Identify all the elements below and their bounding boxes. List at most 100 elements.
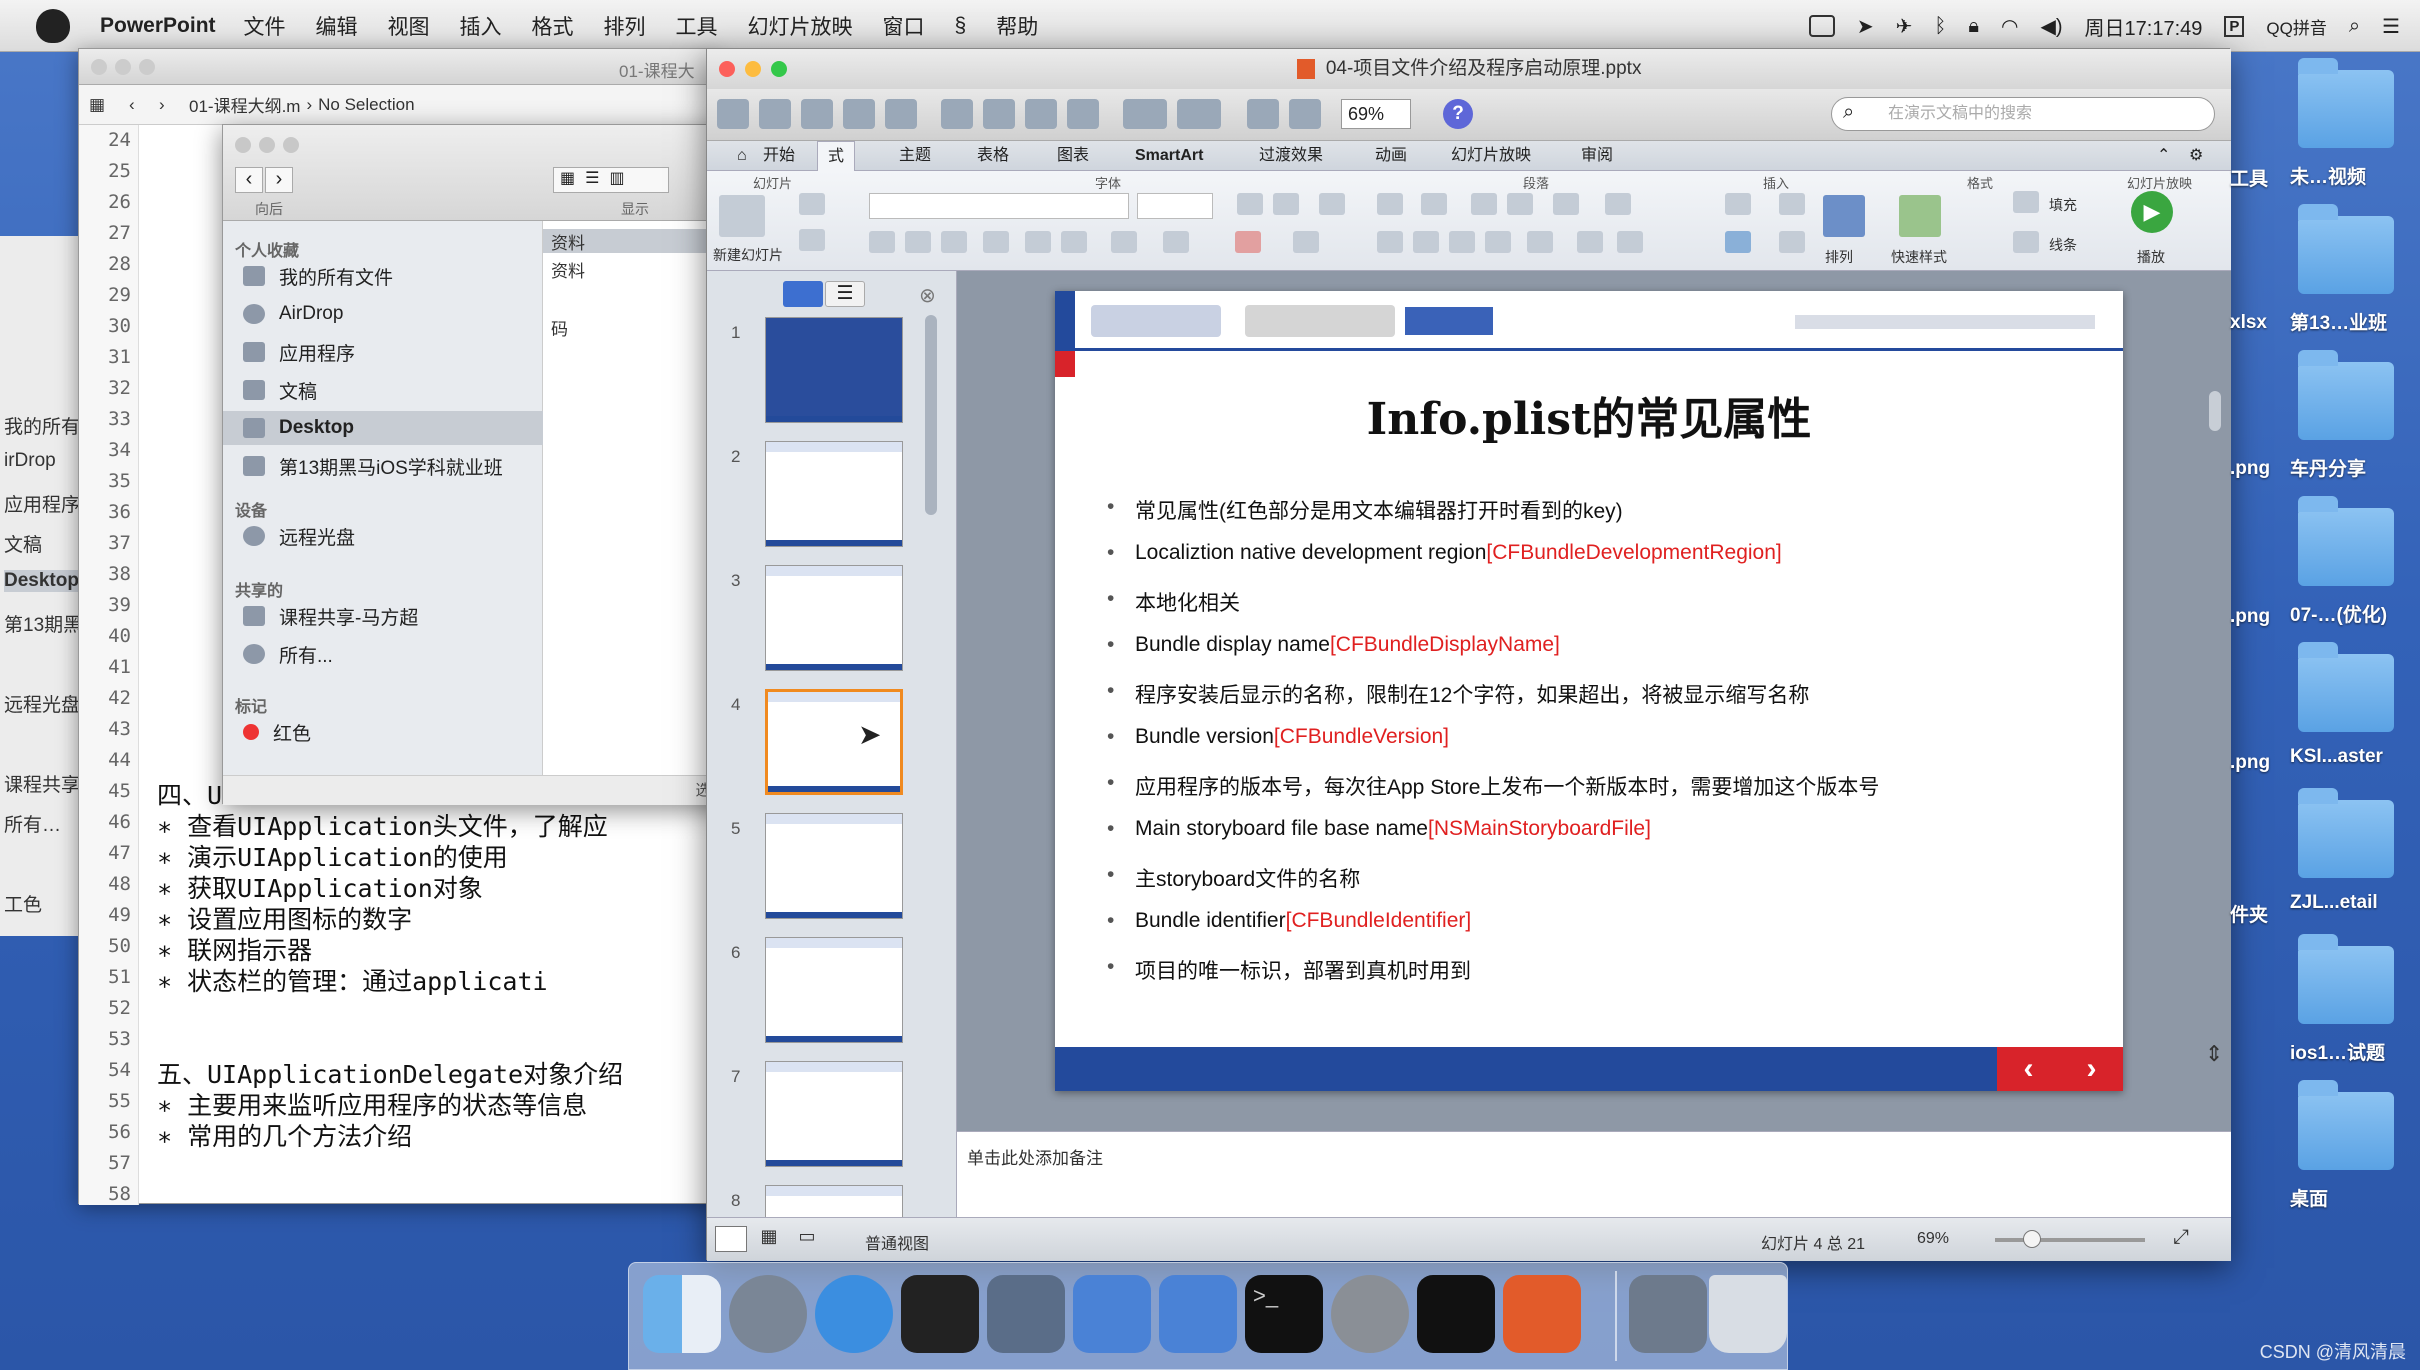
desktop-folder-icon[interactable]	[2298, 934, 2394, 1024]
code-line[interactable]: ∗ 常用的几个方法介绍	[157, 1117, 412, 1153]
tab-animations[interactable]: 动画	[1375, 141, 1407, 171]
notification-icon[interactable]: ☰	[2382, 14, 2400, 39]
slides-view-button[interactable]	[783, 281, 823, 307]
menu-view[interactable]: 视图	[388, 11, 430, 41]
forward-button[interactable]: ›	[265, 167, 293, 193]
sidebar-item-tag-red[interactable]: 红色	[243, 715, 533, 749]
gallery-icon[interactable]	[1247, 99, 1279, 129]
justify-icon[interactable]	[1485, 231, 1511, 253]
tab-table[interactable]: 表格	[977, 141, 1009, 171]
back-button[interactable]: ‹	[235, 167, 263, 193]
outdent-icon[interactable]	[1471, 193, 1497, 215]
tab-review[interactable]: 审阅	[1581, 141, 1613, 171]
slide-bullet[interactable]: 常见属性(红色部分是用文本编辑器打开时看到的key)	[1107, 495, 1623, 525]
desktop-folder-icon[interactable]	[2298, 496, 2394, 586]
fill-icon[interactable]	[2013, 191, 2039, 213]
slide-thumbnail-3[interactable]	[765, 565, 903, 671]
normal-view-button[interactable]	[715, 1226, 747, 1252]
slide-thumbnail-2[interactable]	[765, 441, 903, 547]
print-icon[interactable]	[885, 99, 917, 129]
desktop-folder-icon[interactable]	[2298, 204, 2394, 294]
lock-icon[interactable]: 🔒︎	[1968, 15, 1979, 38]
font-size-select[interactable]	[1137, 193, 1213, 219]
bluetooth-icon[interactable]: ᛒ	[1934, 15, 1946, 38]
apple-menu-icon[interactable]	[36, 8, 70, 43]
tab-layout[interactable]: 式	[817, 141, 856, 171]
slide-bullet[interactable]: 本地化相关	[1107, 587, 1240, 617]
search-input[interactable]: 在演示文稿中的搜索	[1831, 97, 2215, 131]
close-button[interactable]	[91, 59, 107, 75]
slide-thumbnail-5[interactable]	[765, 813, 903, 919]
tab-chart[interactable]: 图表	[1057, 141, 1089, 171]
instruments-dock-icon[interactable]	[1159, 1275, 1237, 1353]
slide-thumbnail-4[interactable]: ➤	[765, 689, 903, 795]
zoom-button[interactable]	[139, 59, 155, 75]
menu-tools[interactable]: 工具	[676, 11, 718, 41]
minimize-button[interactable]	[115, 59, 131, 75]
play-icon[interactable]: ▶	[2131, 191, 2173, 233]
close-pane-icon[interactable]: ⊗	[919, 283, 936, 308]
sidebar-item-airdrop[interactable]: AirDrop	[243, 297, 533, 331]
slide-thumbnail-6[interactable]	[765, 937, 903, 1043]
script-menu-icon[interactable]: §	[955, 14, 967, 38]
shrink-font-icon[interactable]	[1273, 193, 1299, 215]
collapse-ribbon-icon[interactable]: ⌃	[2157, 141, 2170, 171]
slideshow-view-icon[interactable]: ▭	[791, 1226, 823, 1252]
new-slide-button[interactable]	[719, 195, 765, 237]
align-right-icon[interactable]	[1449, 231, 1475, 253]
thumbnail-scrollbar[interactable]	[925, 315, 937, 515]
camera-icon[interactable]	[1808, 15, 1835, 37]
safari-dock-icon[interactable]	[815, 1275, 893, 1353]
numbering-icon[interactable]	[1421, 193, 1447, 215]
desktop-folder-label[interactable]: ZJL...etail	[2290, 892, 2378, 914]
zoom-button[interactable]	[283, 137, 299, 153]
open-icon[interactable]	[801, 99, 833, 129]
desktop-folder-icon[interactable]	[2298, 58, 2394, 148]
underline-icon[interactable]	[941, 231, 967, 253]
sidebar-item-shared-host[interactable]: 课程共享-马方超	[243, 599, 533, 633]
wifi-icon[interactable]: ◠	[2001, 14, 2018, 39]
slide-thumbnail-8[interactable]	[765, 1185, 903, 1217]
menu-slideshow[interactable]: 幻灯片放映	[748, 11, 853, 41]
text-box-icon[interactable]	[1725, 193, 1751, 215]
sorter-view-icon[interactable]: ▦	[753, 1226, 785, 1252]
slide-bullet[interactable]: Localiztion native development region[CF…	[1107, 541, 1782, 565]
slide-bullet[interactable]: 程序安装后显示的名称，限制在12个字符，如果超出，将被显示缩写名称	[1107, 679, 1809, 709]
column-item[interactable]: 资料	[551, 257, 585, 282]
slide-bullet[interactable]: 项目的唯一标识，部署到真机时用到	[1107, 955, 1471, 985]
location-icon[interactable]: ➤	[1857, 14, 1874, 39]
cut-icon[interactable]	[941, 99, 973, 129]
sidebar-item-all-files[interactable]: 我的所有文件	[243, 259, 533, 293]
copy-icon[interactable]	[983, 99, 1015, 129]
templates-icon[interactable]	[759, 99, 791, 129]
minimize-button[interactable]	[745, 61, 761, 77]
view-mode-buttons[interactable]: ▦☰▥	[553, 167, 669, 193]
desktop-folder-label[interactable]: 车丹分享	[2290, 454, 2366, 481]
font-color-icon[interactable]	[1235, 231, 1261, 253]
notes-pane[interactable]: 单击此处添加备注	[957, 1131, 2231, 1217]
smartart-convert-icon[interactable]	[1617, 231, 1643, 253]
redo-icon[interactable]	[1177, 99, 1221, 129]
section-button[interactable]	[799, 229, 825, 251]
italic-icon[interactable]	[905, 231, 931, 253]
change-case-icon[interactable]	[1163, 231, 1189, 253]
undo-icon[interactable]	[1123, 99, 1167, 129]
menu-file[interactable]: 文件	[244, 11, 286, 41]
highlight-icon[interactable]	[1293, 231, 1319, 253]
slide-thumbnail-7[interactable]	[765, 1061, 903, 1167]
ribbon-settings-icon[interactable]: ⚙	[2189, 141, 2203, 171]
column-item[interactable]: 码	[551, 315, 568, 340]
sidebar-icon[interactable]	[1289, 99, 1321, 129]
menu-arrange[interactable]: 排列	[604, 11, 646, 41]
help-icon[interactable]: ?	[1443, 99, 1473, 129]
trash-dock-icon[interactable]	[1709, 1275, 1787, 1353]
sidebar-item-documents[interactable]: 文稿	[243, 373, 533, 407]
zoom-slider[interactable]	[1995, 1238, 2145, 1242]
media-icon[interactable]	[1779, 231, 1805, 253]
tab-smartart[interactable]: SmartArt	[1135, 141, 1203, 171]
sidebar-item-desktop[interactable]: Desktop	[223, 411, 543, 445]
slide-bullet[interactable]: Bundle display name[CFBundleDisplayName]	[1107, 633, 1560, 657]
arrange-button[interactable]	[1823, 195, 1865, 237]
slide-bullet[interactable]: 主storyboard文件的名称	[1107, 863, 1360, 893]
align-center-icon[interactable]	[1413, 231, 1439, 253]
